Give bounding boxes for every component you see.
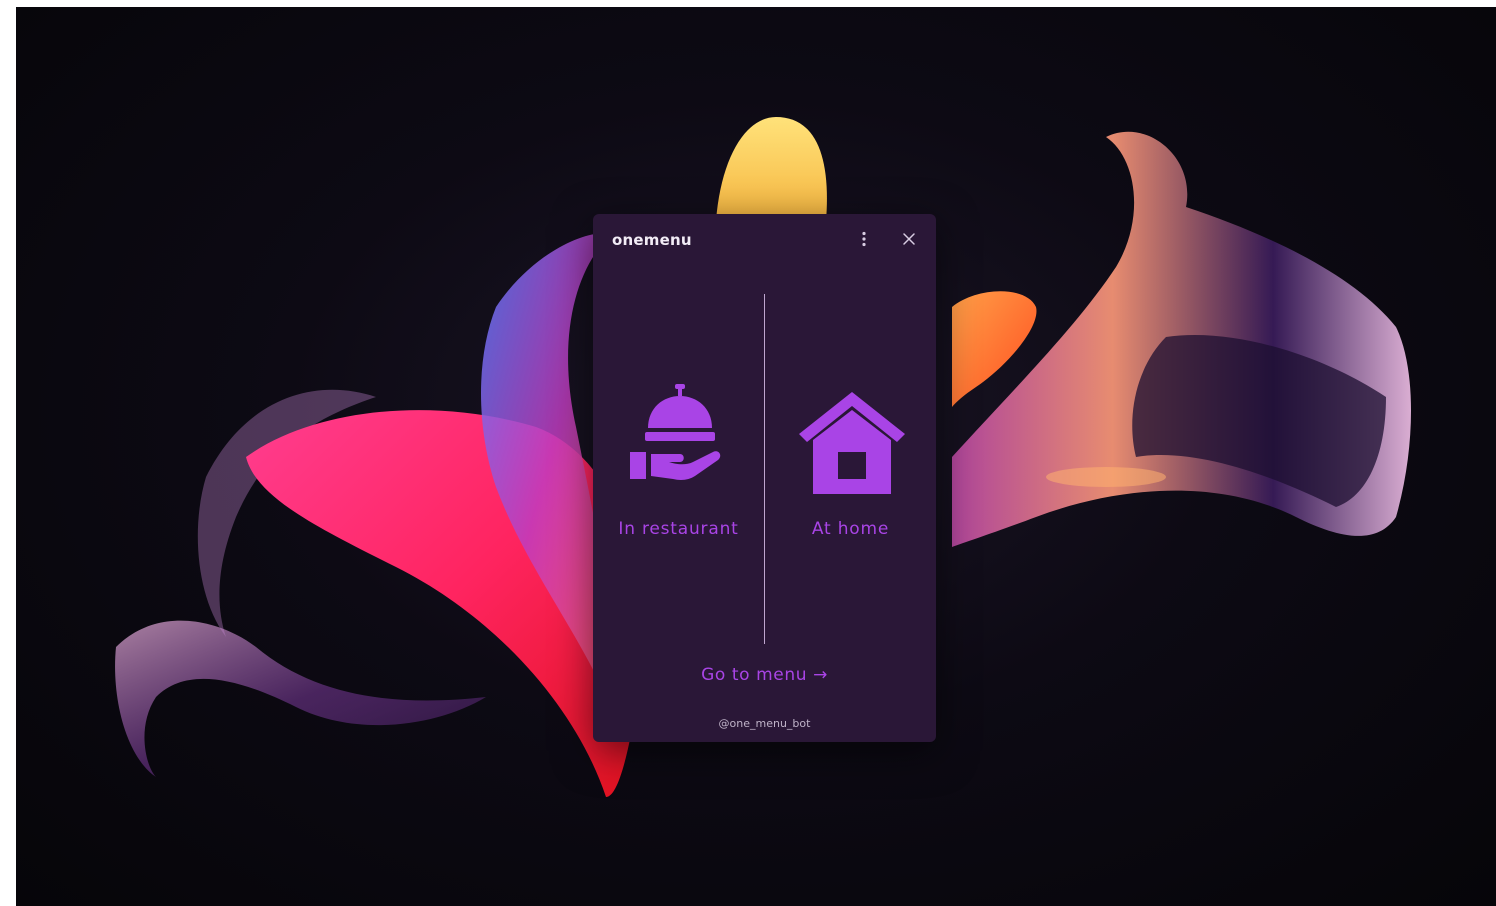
app-title: onemenu: [612, 231, 692, 249]
close-icon: [903, 233, 915, 245]
onemenu-window: onemenu In restaurant At home Go to menu…: [593, 214, 936, 742]
close-button[interactable]: [897, 228, 921, 252]
go-to-menu-link[interactable]: Go to menu →: [593, 665, 936, 685]
more-options-button[interactable]: [852, 228, 876, 252]
bot-handle: @one_menu_bot: [718, 717, 811, 730]
in-restaurant-option[interactable]: In restaurant: [593, 294, 764, 644]
house-icon: [799, 392, 905, 494]
serving-cloche-icon: [630, 384, 721, 480]
in-restaurant-label: In restaurant: [618, 519, 739, 539]
titlebar: onemenu: [593, 214, 936, 266]
at-home-label: At home: [811, 519, 890, 539]
at-home-option[interactable]: At home: [765, 294, 936, 644]
more-vertical-icon: [862, 231, 866, 247]
